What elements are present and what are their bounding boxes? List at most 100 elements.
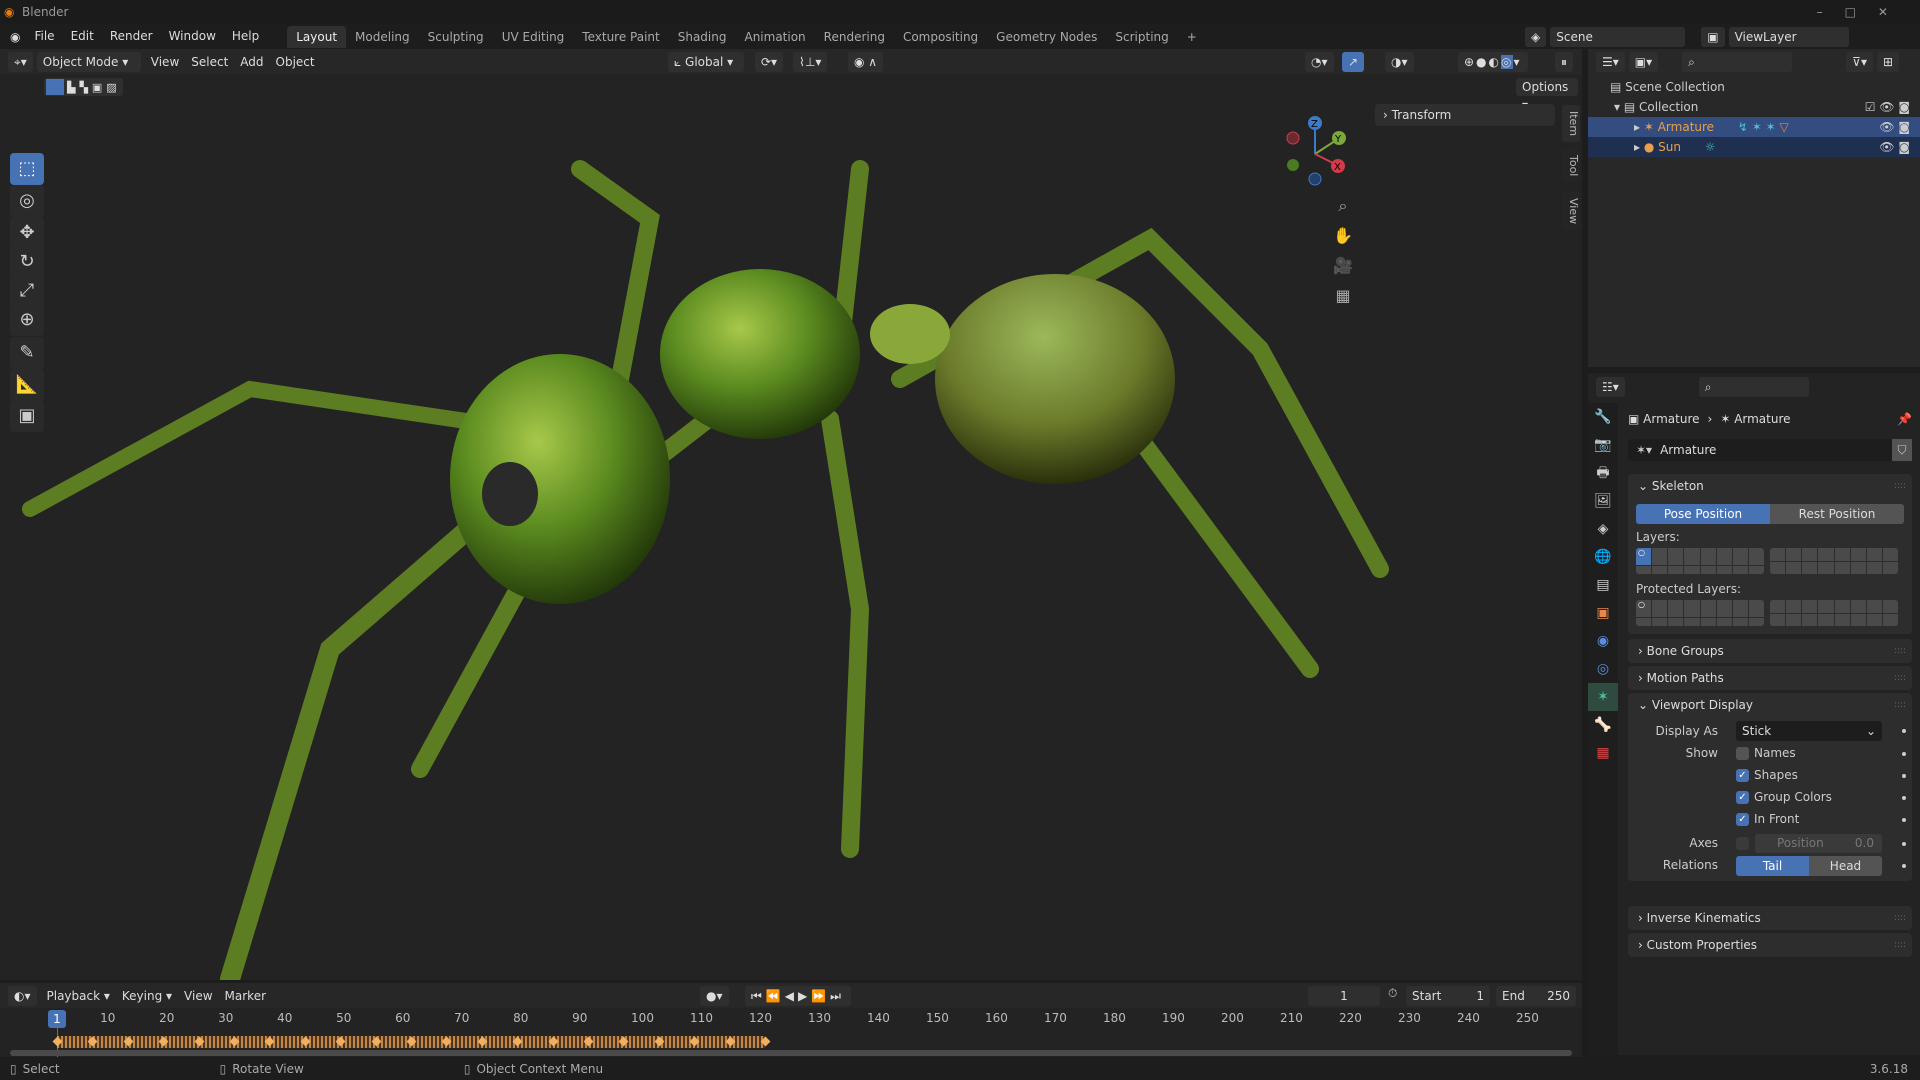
in-front-checkbox[interactable]: ✓ (1736, 813, 1749, 826)
layer-cell[interactable] (1786, 548, 1802, 561)
layer-cell[interactable] (1732, 618, 1748, 626)
pose-position-button[interactable]: Pose Position (1636, 504, 1770, 524)
texture-tab-icon[interactable]: ▦ (1588, 739, 1618, 767)
start-frame-field[interactable]: Start 1 (1406, 986, 1490, 1006)
layer-cell[interactable] (1834, 548, 1850, 561)
layer-cell[interactable] (1866, 561, 1882, 574)
display-as-dropdown[interactable]: Stick ⌄ (1736, 721, 1882, 741)
layer-cell[interactable] (1802, 548, 1818, 561)
layer-cell[interactable] (1636, 566, 1652, 574)
rest-position-button[interactable]: Rest Position (1770, 504, 1904, 524)
view-layer-tab-icon[interactable]: 🖼 (1588, 487, 1618, 515)
armature-browse-icon[interactable]: ✶▾ (1628, 443, 1660, 457)
layer-cell[interactable] (1786, 600, 1802, 613)
properties-search-input[interactable]: ⌕ (1698, 377, 1809, 397)
layer-cell[interactable] (1850, 600, 1866, 613)
layer-cell[interactable] (1684, 618, 1700, 626)
layer-cell[interactable] (1684, 548, 1700, 565)
animate-dot[interactable] (1902, 842, 1906, 846)
animate-dot[interactable] (1902, 774, 1906, 778)
layer-cell[interactable] (1770, 613, 1786, 626)
animate-dot[interactable] (1902, 796, 1906, 800)
new-collection-icon[interactable]: ⊞ (1876, 52, 1900, 72)
workspace-tab-geometry-nodes[interactable]: Geometry Nodes (987, 26, 1106, 48)
workspace-tab-scripting[interactable]: Scripting (1106, 26, 1177, 48)
outliner-item-sun[interactable]: ▸ ● Sun ☼ 👁 ◙ (1588, 137, 1920, 157)
workspace-tab-layout[interactable]: Layout (287, 25, 347, 48)
layer-cell[interactable] (1850, 613, 1866, 626)
playhead[interactable]: 1 (48, 1010, 66, 1028)
layer-cell[interactable]: ○ (1636, 548, 1652, 565)
layer-cell[interactable] (1802, 561, 1818, 574)
ortho-grid-icon[interactable]: ▦ (1331, 281, 1355, 311)
scene-field[interactable]: Scene (1550, 26, 1686, 47)
relations-head-button[interactable]: Head (1809, 856, 1882, 876)
outliner-search-input[interactable]: ⌕ (1682, 52, 1793, 72)
tool-tab-icon[interactable]: 🔧 (1588, 403, 1618, 431)
layer-cell[interactable] (1732, 566, 1748, 574)
physics-tab-icon[interactable]: ◎ (1588, 655, 1618, 683)
layer-cell[interactable] (1882, 613, 1898, 626)
armature-toggles[interactable]: 👁 ◙ (1879, 117, 1910, 137)
object-tab-icon[interactable]: ▣ (1588, 599, 1618, 627)
workspace-tab-animation[interactable]: Animation (735, 26, 814, 48)
npanel-tab-tool[interactable]: Tool (1562, 149, 1580, 183)
layer-cell[interactable] (1668, 548, 1684, 565)
zoom-icon[interactable]: ⌕ (1331, 191, 1355, 221)
layer-cell[interactable] (1770, 561, 1786, 574)
layer-cell[interactable] (1652, 548, 1668, 565)
transform-panel-header[interactable]: › Transform (1375, 104, 1555, 126)
collection-toggles[interactable]: ☑ 👁 ◙ (1865, 97, 1910, 117)
layer-cell[interactable] (1700, 566, 1716, 574)
marker-menu[interactable]: Marker (219, 989, 272, 1003)
measure-tool-icon[interactable]: 📐 (10, 369, 44, 401)
viewport-menu-select[interactable]: Select (185, 55, 234, 69)
workspace-tab-rendering[interactable]: Rendering (815, 26, 894, 48)
scale-tool-icon[interactable]: ⤢ (10, 275, 44, 307)
select-new-icon[interactable] (46, 79, 64, 95)
workspace-tab-shading[interactable]: Shading (669, 26, 736, 48)
menu-window[interactable]: Window (161, 24, 224, 49)
layer-cell[interactable] (1802, 600, 1818, 613)
view-layer-field[interactable]: ViewLayer (1728, 26, 1849, 47)
snap-icon[interactable]: ⌇⊥▾ (793, 52, 828, 72)
move-tool-icon[interactable]: ✥ (10, 217, 44, 249)
layer-cell[interactable] (1850, 548, 1866, 561)
options-dropdown[interactable]: Options ▾ (1516, 78, 1578, 112)
layer-cell[interactable] (1716, 600, 1732, 617)
layer-cell[interactable] (1700, 618, 1716, 626)
object-data-tab-icon[interactable]: ✶ (1588, 683, 1618, 711)
stopwatch-icon[interactable]: ⏱ (1388, 986, 1397, 1001)
layer-cell[interactable] (1770, 600, 1786, 613)
layer-cell[interactable] (1866, 613, 1882, 626)
overlay-icon[interactable]: ◑▾ (1385, 52, 1414, 72)
timeline-view-menu[interactable]: View (178, 989, 218, 1003)
transform-tool-icon[interactable]: ⊕ (10, 304, 44, 336)
layer-cell[interactable] (1748, 548, 1764, 565)
fake-user-shield-icon[interactable]: ⛉ (1892, 439, 1912, 461)
animate-dot[interactable] (1902, 729, 1906, 733)
timeline-scrollbar[interactable] (10, 1050, 1572, 1056)
animate-dot[interactable] (1902, 818, 1906, 822)
layer-cell[interactable] (1732, 600, 1748, 617)
navigation-gizmo[interactable]: Z Y X (1280, 109, 1360, 189)
layer-cell[interactable] (1684, 566, 1700, 574)
auto-keying-icon[interactable]: ●▾ (700, 986, 729, 1006)
layer-cell[interactable] (1786, 561, 1802, 574)
layer-cell[interactable] (1850, 561, 1866, 574)
npanel-tab-item[interactable]: Item (1562, 105, 1580, 143)
layer-cell[interactable] (1834, 600, 1850, 613)
names-checkbox[interactable] (1736, 747, 1749, 760)
keying-menu[interactable]: Keying ▾ (116, 989, 178, 1003)
view-layer-icon[interactable]: ▣ (1701, 26, 1725, 47)
layer-cell[interactable] (1668, 600, 1684, 617)
layer-cell[interactable] (1834, 613, 1850, 626)
layer-cell[interactable] (1818, 613, 1834, 626)
layer-cell[interactable] (1652, 618, 1668, 626)
frame-ruler[interactable]: 10 20 30 40 50 60 70 80 90 100 110 120 130 140 150 160 1… (0, 1009, 1582, 1029)
rotate-tool-icon[interactable]: ↻ (10, 246, 44, 278)
custom-properties-panel[interactable]: › Custom Properties:::: (1628, 933, 1912, 957)
pan-hand-icon[interactable]: ✋ (1331, 221, 1355, 251)
viewport-display-header[interactable]: ⌄ Viewport Display:::: (1628, 693, 1912, 717)
select-box-tool-icon[interactable]: ⬚ (10, 153, 44, 185)
